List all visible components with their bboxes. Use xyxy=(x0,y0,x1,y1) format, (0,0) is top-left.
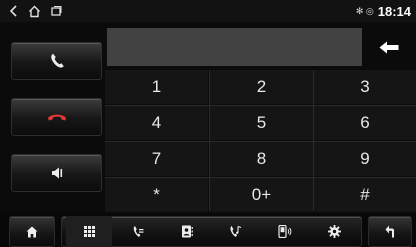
home-nav-icon[interactable] xyxy=(26,3,42,19)
dial-key[interactable]: 1 xyxy=(105,70,208,104)
tab-music[interactable] xyxy=(212,216,258,247)
dial-key[interactable]: 4 xyxy=(105,106,208,140)
settings-icon xyxy=(327,225,341,238)
dial-key[interactable]: 6 xyxy=(314,106,416,140)
speaker-icon xyxy=(51,167,62,179)
dial-key[interactable]: 8 xyxy=(210,142,313,176)
backspace-arrow-icon xyxy=(379,41,399,53)
tab-device[interactable] xyxy=(262,216,308,247)
home-button[interactable] xyxy=(9,216,55,247)
dial-key-zero[interactable]: 0+ xyxy=(210,178,313,212)
dial-key-hash[interactable]: # xyxy=(314,178,416,212)
call-button[interactable] xyxy=(11,42,102,80)
recent-apps-icon[interactable] xyxy=(48,3,64,19)
dial-key[interactable]: 5 xyxy=(210,106,313,140)
backspace-button[interactable] xyxy=(362,28,416,66)
tab-contacts[interactable] xyxy=(164,216,210,247)
dial-key[interactable]: 2 xyxy=(210,70,313,104)
back-button[interactable] xyxy=(368,216,412,247)
phone-icon xyxy=(50,53,64,68)
tab-call-log[interactable] xyxy=(115,216,161,247)
dial-key[interactable]: 3 xyxy=(314,70,416,104)
contacts-icon xyxy=(182,225,193,238)
music-icon xyxy=(229,225,241,237)
hang-up-icon xyxy=(47,114,66,121)
clock: 18:14 xyxy=(377,3,411,19)
dial-key-star[interactable]: * xyxy=(105,178,208,212)
number-display xyxy=(107,28,362,66)
dial-key[interactable]: 7 xyxy=(105,142,208,176)
device-icon xyxy=(278,225,292,238)
tab-settings[interactable] xyxy=(311,216,357,247)
status-indicators: ✻ ◎ xyxy=(355,5,374,16)
volume-button[interactable] xyxy=(11,154,102,192)
call-log-icon xyxy=(133,226,144,237)
bottom-nav-bar xyxy=(0,213,416,247)
back-nav-icon[interactable] xyxy=(6,3,22,19)
tab-dialpad[interactable] xyxy=(66,216,112,247)
status-bar: ✻ ◎ 18:14 xyxy=(0,0,416,22)
return-arrow-icon xyxy=(385,225,394,238)
dialpad-icon xyxy=(83,226,95,237)
hang-up-button[interactable] xyxy=(11,98,102,136)
dial-keypad: 1 2 3 4 5 6 7 8 9 * 0+ # xyxy=(105,70,416,212)
status-right: ✻ ◎ 18:14 xyxy=(356,3,411,19)
home-icon xyxy=(26,226,38,237)
dial-key[interactable]: 9 xyxy=(314,142,416,176)
